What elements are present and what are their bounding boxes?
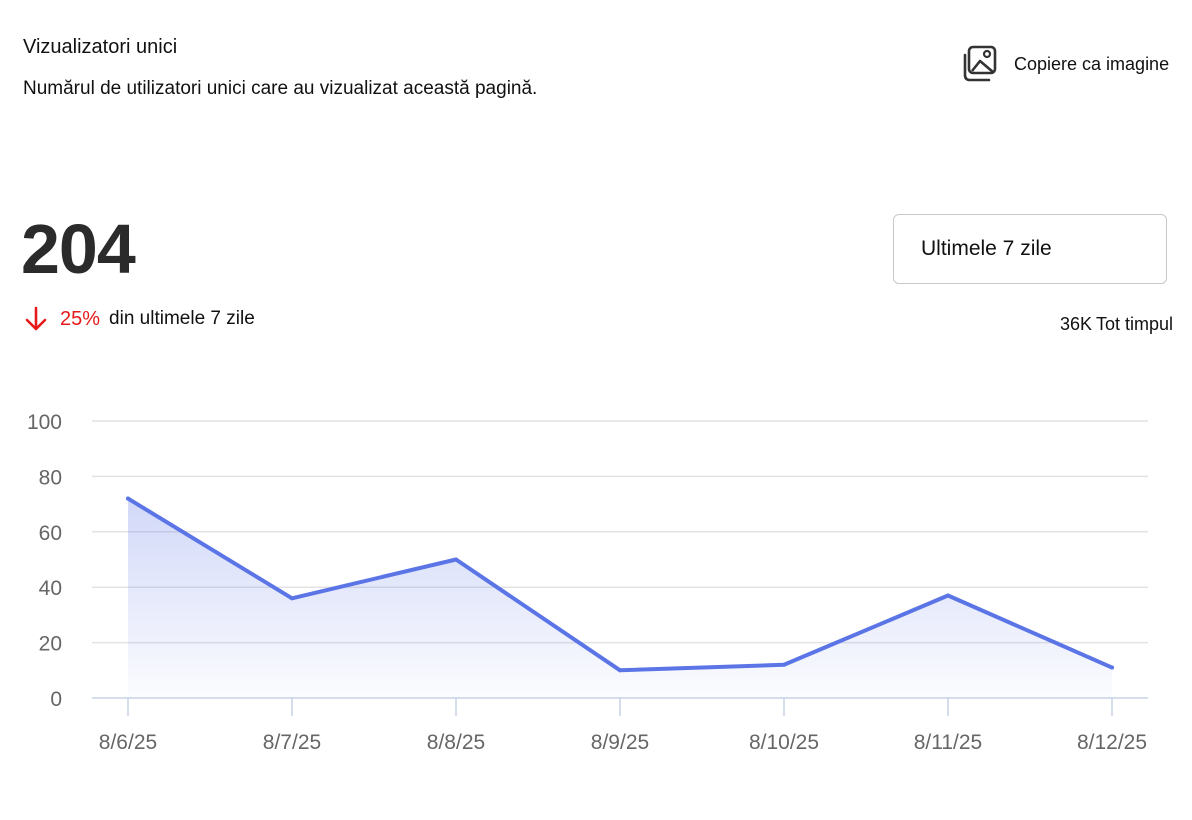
x-tick-label: 8/12/25 [1077, 731, 1147, 754]
x-tick-label: 8/9/25 [591, 731, 649, 754]
x-tick-label: 8/6/25 [99, 731, 157, 754]
all-time-total: 36K Tot timpul [1060, 314, 1173, 335]
data-point[interactable] [290, 596, 294, 601]
period-dropdown[interactable]: Ultimele 7 zile [893, 214, 1167, 284]
y-tick-label: 0 [50, 688, 62, 711]
x-tick-label: 8/10/25 [749, 731, 819, 754]
unique-viewers-chart: 0 20 40 60 80 100 8/6/25 8/7/25 8/8/25 8/9/25 8/10… [27, 411, 1148, 754]
data-point[interactable] [1110, 665, 1114, 670]
data-point[interactable] [782, 662, 786, 667]
data-point[interactable] [454, 557, 458, 562]
unique-viewers-count: 204 [21, 210, 136, 288]
copy-as-image-label: Copiere ca imagine [1014, 53, 1170, 74]
x-tick-label: 8/7/25 [263, 731, 321, 754]
y-tick-label: 20 [39, 633, 62, 656]
data-point[interactable] [946, 593, 950, 598]
unique-viewers-card: Vizualizatori unici Numărul de utilizato… [0, 0, 1192, 820]
data-point[interactable] [618, 668, 622, 673]
y-tick-label: 40 [39, 577, 62, 600]
card-subtitle: Numărul de utilizatori unici care au viz… [23, 78, 538, 99]
x-tick-label: 8/11/25 [914, 731, 983, 754]
copy-as-image-button[interactable]: Copiere ca imagine [960, 44, 1169, 84]
card-title: Vizualizatori unici [23, 36, 178, 58]
arrow-down-icon [24, 306, 60, 332]
image-icon [960, 44, 1000, 84]
y-tick-label: 100 [27, 411, 62, 434]
change-indicator: 25% din ultimele 7 zile [24, 306, 255, 332]
y-tick-label: 80 [39, 466, 62, 489]
period-dropdown-value: Ultimele 7 zile [921, 237, 1052, 260]
data-point[interactable] [126, 496, 130, 501]
all-time-value: 36K [1059, 314, 1092, 334]
x-tick-label: 8/8/25 [427, 731, 485, 754]
all-time-label: Tot timpul [1095, 314, 1173, 334]
change-period-text: din ultimele 7 zile [109, 308, 255, 329]
y-tick-label: 60 [39, 522, 62, 545]
change-percent: 25% [60, 307, 101, 330]
